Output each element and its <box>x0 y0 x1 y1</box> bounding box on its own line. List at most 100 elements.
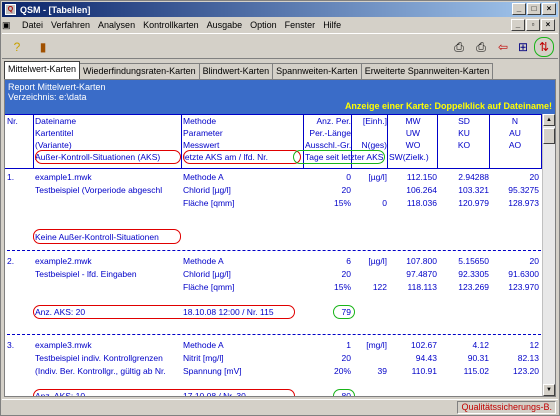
record-text: Testbeispiel - lfd. Eingaben <box>35 269 137 279</box>
header-cell: UW <box>405 128 421 138</box>
scroll-up-icon[interactable]: ▲ <box>543 114 555 126</box>
exit-door-icon[interactable]: ▮ <box>34 39 52 55</box>
record-value: 128.973 <box>508 198 539 208</box>
header-cell: Dateiname <box>35 116 77 126</box>
record-method: Methode A <box>183 172 224 182</box>
record-value: 5.15650 <box>458 256 489 266</box>
header-cell: Per.-Länge <box>309 128 351 138</box>
print-icon[interactable]: ⎙ <box>450 39 468 55</box>
menu-hilfe[interactable]: Hilfe <box>319 20 345 30</box>
header-cell <box>7 128 33 139</box>
record-value: 92.3305 <box>458 269 489 279</box>
header-cell: AO <box>508 140 522 150</box>
record-text: (Indiv. Ber. Kontrollgr., gültig ab Nr. <box>35 366 166 376</box>
column-divider <box>33 114 34 168</box>
title-bar: Q QSM - [Tabellen] _ □ × <box>2 2 558 17</box>
header-cell <box>353 128 387 139</box>
record-method: Spannung [mV] <box>183 366 242 376</box>
record-value: 120.979 <box>458 198 489 208</box>
record-value: 102.67 <box>411 340 437 350</box>
record-separator <box>7 334 541 335</box>
header-cell: WO <box>405 140 421 150</box>
record-method: Chlorid [µg/l] <box>183 185 231 195</box>
doc-close-button[interactable]: × <box>541 19 555 31</box>
header-cell: KO <box>457 140 471 150</box>
scroll-down-icon[interactable]: ▼ <box>543 384 555 396</box>
record-value: 94.43 <box>415 353 437 363</box>
chart-icon[interactable]: ⊞ <box>514 39 532 55</box>
doc-system-icon[interactable]: ▣ <box>2 20 18 31</box>
menu-analysen[interactable]: Analysen <box>94 20 139 30</box>
doc-minimize-button[interactable]: _ <box>511 19 525 31</box>
export-arrow-icon[interactable]: ⇦ <box>494 39 512 55</box>
record-value: 12 <box>529 340 539 350</box>
report-panel: Report Mittelwert-Karten Verzeichnis: e:… <box>4 79 556 397</box>
record-text <box>35 198 181 209</box>
record-value: 90.31 <box>467 353 489 363</box>
report-hint: Anzeige einer Karte: Doppelklick auf Dat… <box>344 101 552 111</box>
header-cell <box>7 140 33 151</box>
record-value: 4.12 <box>472 340 489 350</box>
tab-blindwert-karten[interactable]: Blindwert-Karten <box>198 63 274 79</box>
highlight-oval-green <box>293 150 385 164</box>
tab-erweiterte-spannweiten-karten[interactable]: Erweiterte Spannweiten-Karten <box>360 63 494 79</box>
record-text <box>35 282 181 293</box>
record-value: 107.800 <box>406 256 437 266</box>
record-value: 15% <box>333 198 351 208</box>
help-icon[interactable]: ? <box>8 39 26 55</box>
sort-icon[interactable]: ⇅ <box>534 37 554 57</box>
menu-datei[interactable]: Datei <box>18 20 47 30</box>
tab-mittelwert-karten[interactable]: Mittelwert-Karten <box>4 61 81 79</box>
menu-option[interactable]: Option <box>246 20 281 30</box>
record-value: 0 <box>346 172 351 182</box>
vertical-scrollbar[interactable]: ▲ ▼ <box>542 114 555 396</box>
record-value: 97.4870 <box>406 269 437 279</box>
record-value: 112.150 <box>406 172 437 182</box>
scroll-thumb[interactable] <box>543 128 555 144</box>
doc-restore-button[interactable]: ▫ <box>526 19 540 31</box>
highlight-oval-green <box>333 389 355 396</box>
menu-kontrollkarten[interactable]: Kontrollkarten <box>139 20 203 30</box>
menu-verfahren[interactable]: Verfahren <box>47 20 94 30</box>
file-name-link[interactable]: example1.mwk <box>35 172 181 183</box>
column-divider <box>489 114 490 168</box>
record-value: 82.13 <box>517 353 539 363</box>
record-method: Methode A <box>183 256 224 266</box>
highlight-oval-red <box>33 305 295 319</box>
header-cell: Nr. <box>7 116 18 126</box>
record-method: Fläche [qmm] <box>183 198 235 208</box>
highlight-oval-red <box>35 150 181 164</box>
menu-fenster[interactable]: Fenster <box>281 20 320 30</box>
report-title: Report Mittelwert-Karten <box>8 82 106 92</box>
record-number: 3. <box>7 340 15 350</box>
record-value: [µg/l] <box>368 172 387 182</box>
status-bar: Qualitätssicherungs-B. <box>2 399 558 415</box>
record-value: [mg/l] <box>366 340 387 350</box>
record-value: 123.970 <box>508 282 539 292</box>
record-number: 2. <box>7 256 15 266</box>
file-name-link[interactable]: example2.mwk <box>35 256 181 267</box>
record-value: 20 <box>341 185 351 195</box>
record-value: 39 <box>377 366 387 376</box>
header-divider <box>5 168 543 169</box>
minimize-button[interactable]: _ <box>512 3 526 15</box>
record-value: 20 <box>341 353 351 363</box>
record-method: Fläche [qmm] <box>183 282 235 292</box>
menu-ausgabe[interactable]: Ausgabe <box>203 20 247 30</box>
header-cell: KU <box>458 128 470 138</box>
header-cell: AU <box>509 128 521 138</box>
record-value: 95.3275 <box>508 185 539 195</box>
tab-wiederfindungsraten-karten[interactable]: Wiederfindungsraten-Karten <box>79 63 200 79</box>
header-cell: Parameter <box>183 128 223 138</box>
record-value: 15% <box>333 282 351 292</box>
record-value: 20 <box>529 256 539 266</box>
tab-spannweiten-karten[interactable]: Spannweiten-Karten <box>272 63 362 79</box>
record-value: 115.02 <box>463 366 489 376</box>
print-preview-icon[interactable]: ⎙ <box>472 39 490 55</box>
close-button[interactable]: × <box>542 3 556 15</box>
record-value: 118.113 <box>407 282 437 292</box>
maximize-button[interactable]: □ <box>527 3 541 15</box>
column-divider <box>181 114 182 168</box>
file-name-link[interactable]: example3.mwk <box>35 340 181 351</box>
record-method: Methode A <box>183 340 224 350</box>
